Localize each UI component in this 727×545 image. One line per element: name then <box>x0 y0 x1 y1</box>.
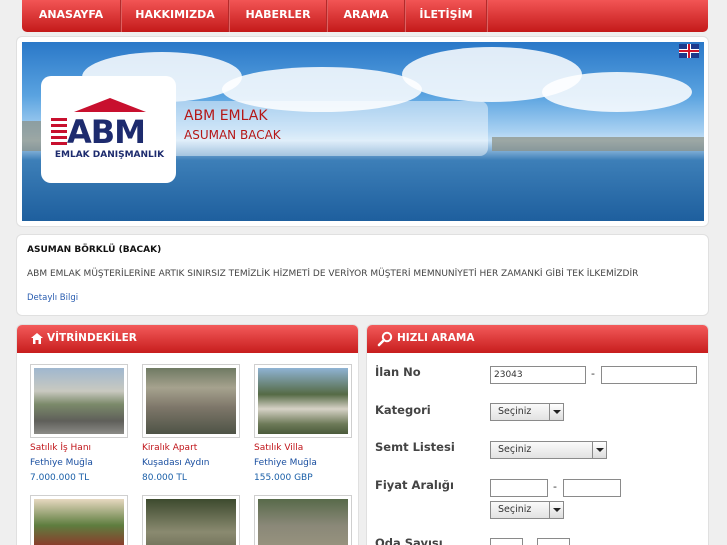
listing-thumbnail[interactable] <box>142 495 240 545</box>
search-icon <box>377 331 393 347</box>
nav-haberler[interactable]: HABERLER <box>230 0 326 32</box>
info-title: ASUMAN BÖRKLÜ (BACAK) <box>27 245 162 255</box>
nav-arama[interactable]: ARAMA <box>328 0 404 32</box>
company-name: ABM EMLAK <box>184 108 268 124</box>
nav-anasayfa[interactable]: ANASAYFA <box>22 0 120 32</box>
listing-thumbnail[interactable] <box>142 364 240 438</box>
nav-separator <box>486 0 488 32</box>
owner-name: ASUMAN BACAK <box>184 128 281 142</box>
showcase-panel: VİTRİNDEKİLER Satılık İş Hanı Fethiye Mu… <box>16 324 359 545</box>
listing-thumbnail[interactable] <box>254 364 352 438</box>
listing-type[interactable]: Satılık İş Hanı <box>30 443 91 453</box>
uk-flag-icon[interactable] <box>679 44 699 58</box>
listing-price: 80.000 TL <box>142 473 187 483</box>
logo-subtitle: EMLAK DANIŞMANLIK <box>54 150 165 160</box>
listing-type[interactable]: Kiralık Apart <box>142 443 197 453</box>
listing-price: 155.000 GBP <box>254 473 313 483</box>
logo-stripes <box>51 118 67 148</box>
showcase-header: VİTRİNDEKİLER <box>17 325 358 353</box>
listing-no-to-input[interactable] <box>601 366 697 384</box>
rooms-label: Oda Sayısı <box>375 536 443 545</box>
listing-location: Kuşadası Aydın <box>142 458 210 468</box>
listing-type[interactable]: Satılık Villa <box>254 443 303 453</box>
currency-select[interactable]: Seçiniz <box>490 501 564 519</box>
distant-city <box>492 137 704 151</box>
chevron-down-icon[interactable] <box>549 502 563 518</box>
info-text: ABM EMLAK MÜŞTERİLERİNE ARTIK SINIRSIZ T… <box>27 269 639 279</box>
district-label: Semt Listesi <box>375 440 455 454</box>
details-link[interactable]: Detaylı Bilgi <box>27 293 78 303</box>
listing-no-input[interactable]: 23043 <box>490 366 586 384</box>
listing-thumbnail[interactable] <box>30 364 128 438</box>
range-separator: - <box>553 480 557 493</box>
info-box: ASUMAN BÖRKLÜ (BACAK) ABM EMLAK MÜŞTERİL… <box>16 234 709 316</box>
rooms-max-input[interactable] <box>537 538 570 545</box>
listing-no-label: İlan No <box>375 365 421 379</box>
chevron-down-icon[interactable] <box>549 404 563 420</box>
company-logo[interactable]: ABM EMLAK DANIŞMANLIK <box>41 76 176 183</box>
price-max-input[interactable] <box>563 479 621 497</box>
category-label: Kategori <box>375 403 431 417</box>
quick-search-title: HIZLI ARAMA <box>397 332 475 344</box>
chevron-down-icon[interactable] <box>592 442 606 458</box>
district-selected: Seçiniz <box>498 444 532 455</box>
nav-hakkimizda[interactable]: HAKKIMIZDA <box>122 0 228 32</box>
category-select[interactable]: Seçiniz <box>490 403 564 421</box>
price-min-input[interactable] <box>490 479 548 497</box>
logo-roof-icon <box>74 98 146 112</box>
quick-search-header: HIZLI ARAMA <box>367 325 708 353</box>
listing-price: 7.000.000 TL <box>30 473 90 483</box>
quick-search-panel: HIZLI ARAMA İlan No 23043 - Kategori Seç… <box>366 324 709 545</box>
rooms-min-input[interactable] <box>490 538 523 545</box>
logo-text: ABM <box>67 113 146 151</box>
cloud <box>542 72 692 112</box>
showcase-title: VİTRİNDEKİLER <box>47 332 137 344</box>
range-separator: - <box>591 367 595 380</box>
district-select[interactable]: Seçiniz <box>490 441 607 459</box>
listing-location: Fethiye Muğla <box>30 458 93 468</box>
listing-thumbnail[interactable] <box>254 495 352 545</box>
listing-location: Fethiye Muğla <box>254 458 317 468</box>
price-range-label: Fiyat Aralığı <box>375 478 454 492</box>
currency-selected: Seçiniz <box>498 504 532 515</box>
main-nav: ANASAYFA HAKKIMIZDA HABERLER ARAMA İLETİ… <box>22 0 708 32</box>
nav-iletisim[interactable]: İLETİŞİM <box>406 0 486 32</box>
house-icon <box>31 333 43 344</box>
listing-thumbnail[interactable] <box>30 495 128 545</box>
category-selected: Seçiniz <box>498 406 532 417</box>
